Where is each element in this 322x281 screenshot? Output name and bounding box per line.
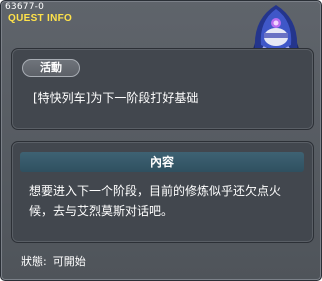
- status-label: 狀態:: [21, 255, 47, 268]
- quest-summary-panel: 活動 [特快列车]为下一阶段打好基础: [11, 48, 314, 130]
- status-value: 可開始: [52, 255, 86, 268]
- quest-status: 狀態: 可開始: [21, 253, 92, 269]
- quest-id: 63677-0: [5, 2, 45, 12]
- window-title: QUEST INFO: [8, 13, 73, 24]
- quest-content-panel: 內容 想要进入下一个阶段，目前的修炼似乎还欠点火候，去与艾烈莫斯对话吧。: [11, 141, 314, 243]
- quest-name: [特快列车]为下一阶段打好基础: [33, 91, 199, 105]
- quest-category-badge: 活動: [22, 59, 80, 77]
- quest-info-window: 63677-0 QUEST INFO 活動 [特快列车]为下一阶段打好基础 內容: [0, 0, 322, 281]
- content-header: 內容: [20, 152, 304, 172]
- quest-description: 想要进入下一个阶段，目前的修炼似乎还欠点火候，去与艾烈莫斯对话吧。: [29, 184, 282, 218]
